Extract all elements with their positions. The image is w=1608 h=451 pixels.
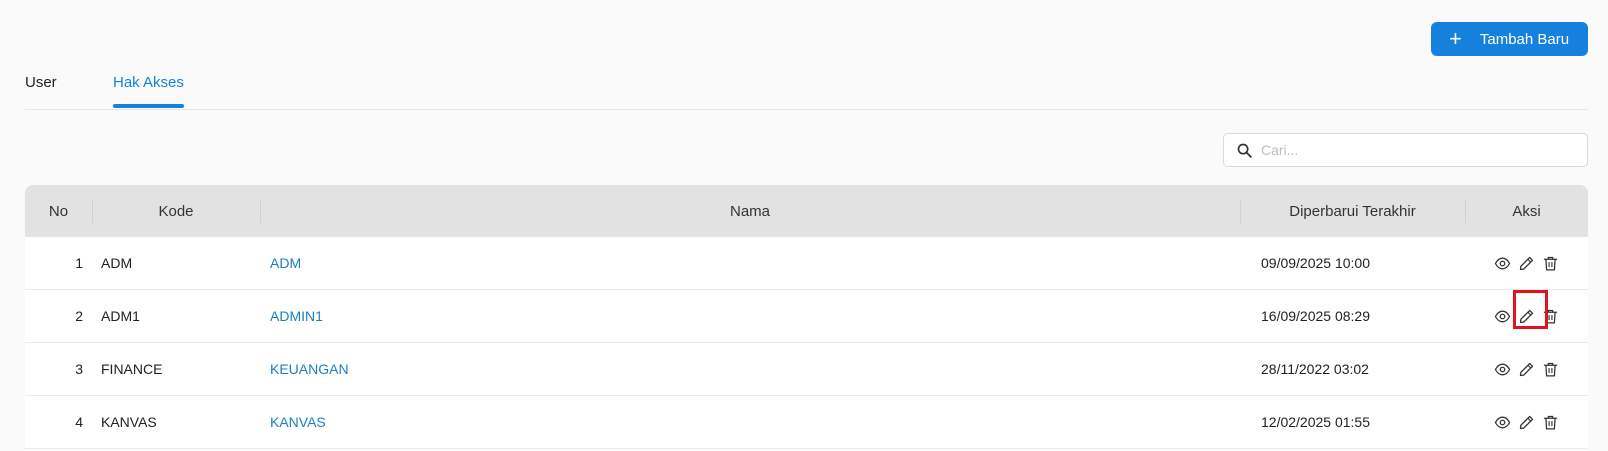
row-nama-link[interactable]: ADMIN1 (270, 290, 323, 342)
header-kode: Kode (92, 185, 260, 237)
tab-bar: User Hak Akses (25, 62, 1588, 110)
table-row: 4 KANVAS KANVAS 12/02/2025 01:55 (25, 396, 1588, 449)
row-updated: 16/09/2025 08:29 (1261, 308, 1370, 324)
trash-icon[interactable] (1542, 308, 1559, 325)
row-updated: 12/02/2025 01:55 (1261, 414, 1370, 430)
row-actions (1494, 343, 1559, 395)
row-kode: KANVAS (101, 414, 157, 430)
table-row: 1 ADM ADM 09/09/2025 10:00 (25, 237, 1588, 290)
search-input[interactable] (1261, 142, 1581, 158)
search-icon (1236, 142, 1253, 159)
header-updated: Diperbarui Terakhir (1240, 185, 1465, 237)
eye-icon[interactable] (1494, 308, 1511, 325)
trash-icon[interactable] (1542, 255, 1559, 272)
row-no: 2 (75, 308, 83, 324)
row-no: 4 (75, 414, 83, 430)
row-kode: ADM (101, 255, 133, 271)
row-actions (1494, 396, 1559, 448)
eye-icon[interactable] (1494, 414, 1511, 431)
row-nama-link[interactable]: KEUANGAN (270, 343, 349, 395)
row-no: 1 (75, 255, 83, 271)
row-nama-link[interactable]: ADM (270, 237, 301, 289)
row-kode: FINANCE (101, 361, 163, 377)
row-nama-link[interactable]: KANVAS (270, 396, 326, 448)
eye-icon[interactable] (1494, 361, 1511, 378)
tab-user[interactable]: User (25, 74, 57, 107)
search-box (1223, 133, 1588, 167)
table-row: 3 FINANCE KEUANGAN 28/11/2022 03:02 (25, 343, 1588, 396)
eye-icon[interactable] (1494, 255, 1511, 272)
row-actions (1494, 237, 1559, 289)
trash-icon[interactable] (1542, 361, 1559, 378)
row-no: 3 (75, 361, 83, 377)
row-actions (1494, 290, 1559, 342)
pencil-icon[interactable] (1518, 255, 1535, 272)
tab-hak-akses[interactable]: Hak Akses (113, 74, 184, 108)
plus-icon: + (1449, 26, 1462, 51)
row-updated: 09/09/2025 10:00 (1261, 255, 1370, 271)
trash-icon[interactable] (1542, 414, 1559, 431)
add-new-button[interactable]: + Tambah Baru (1431, 22, 1588, 56)
row-kode: ADM1 (101, 308, 140, 324)
row-updated: 28/11/2022 03:02 (1261, 361, 1369, 377)
table-body: 1 ADM ADM 09/09/2025 10:00 2 ADM1 ADMIN1… (25, 237, 1588, 449)
pencil-icon[interactable] (1518, 361, 1535, 378)
pencil-icon[interactable] (1518, 308, 1535, 325)
pencil-icon[interactable] (1518, 414, 1535, 431)
access-table: No Kode Nama Diperbarui Terakhir Aksi 1 … (25, 185, 1588, 449)
header-no: No (48, 202, 69, 220)
add-new-label: Tambah Baru (1479, 30, 1570, 48)
header-nama: Nama (260, 185, 1240, 237)
table-header: No Kode Nama Diperbarui Terakhir Aksi (25, 185, 1588, 237)
table-row: 2 ADM1 ADMIN1 16/09/2025 08:29 (25, 290, 1588, 343)
header-aksi: Aksi (1465, 185, 1588, 237)
